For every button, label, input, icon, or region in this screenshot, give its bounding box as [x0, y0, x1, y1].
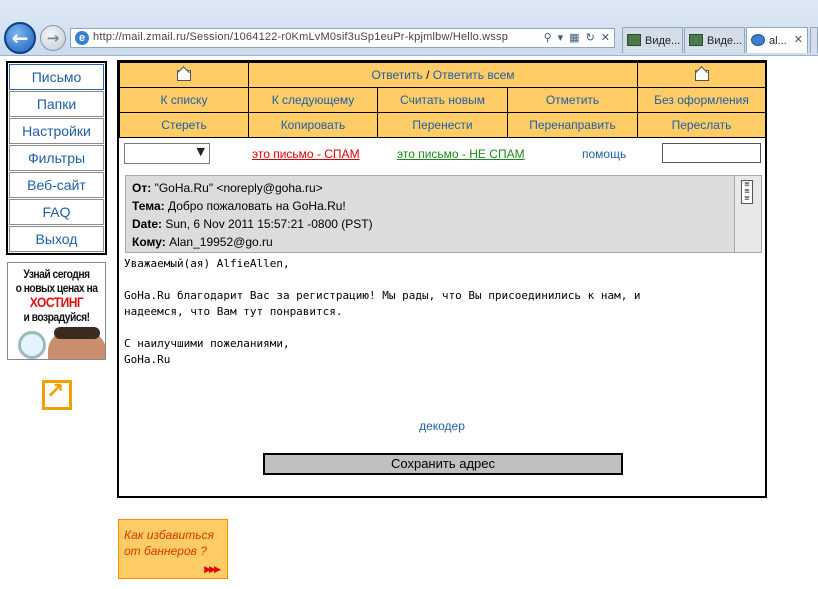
remove-banners-link[interactable]: Как избавиться от баннеров ? ▶▶▶: [118, 519, 228, 579]
sidebar-item-logout[interactable]: Выход: [9, 226, 104, 252]
sidebar-item-settings[interactable]: Настройки: [9, 118, 104, 144]
message-headers: От: "GoHa.Ru" <noreply@goha.ru> Тема: До…: [125, 175, 762, 253]
browser-tab-active[interactable]: al... ✕: [746, 27, 808, 53]
ad-person-image: [48, 327, 105, 359]
browser-tab-2[interactable]: Виде...: [684, 27, 745, 53]
header-value: "GoHa.Ru" <noreply@goha.ru>: [154, 181, 323, 195]
search-input[interactable]: [662, 143, 761, 163]
ad-highlight: ХОСТИНГ: [29, 294, 84, 310]
tab-label: al...: [769, 35, 787, 47]
address-url: http://mail.zmail.ru/Session/1064122-r0K…: [93, 31, 509, 43]
reply-cell: Ответить / Ответить всем: [248, 62, 638, 88]
copy-button[interactable]: Копировать: [248, 112, 378, 138]
close-icon[interactable]: ✕: [601, 32, 610, 44]
header-subject: Тема: Добро пожаловать на GoHa.Ru!: [132, 199, 346, 213]
move-button[interactable]: Перенести: [377, 112, 508, 138]
envelope-icon: [694, 70, 709, 82]
sidebar-item-faq[interactable]: FAQ: [9, 199, 104, 225]
to-list-button[interactable]: К списку: [119, 87, 249, 113]
full-headers-icon: ≡ ≡ ≡: [741, 180, 753, 204]
ie-page-icon: e: [75, 31, 89, 45]
header-value: Sun, 6 Nov 2011 15:57:21 -0800 (PST): [165, 217, 373, 231]
back-arrow-icon: ←: [11, 26, 29, 50]
tab-label: Виде...: [645, 35, 681, 47]
spam-controls: ▼ это письмо - СПАМ это письмо - НЕ СПАМ…: [119, 139, 765, 169]
mark-button[interactable]: Отметить: [507, 87, 638, 113]
envelope-icon: [177, 70, 191, 82]
header-date: Date: Sun, 6 Nov 2011 15:57:21 -0800 (PS…: [132, 217, 373, 231]
reply-separator: /: [426, 68, 430, 82]
mark-new-button[interactable]: Считать новым: [377, 87, 508, 113]
header-value: Alan_19952@go.ru: [169, 235, 273, 249]
next-message-button[interactable]: [637, 62, 766, 88]
mark-spam-link[interactable]: это письмо - СПАМ: [252, 147, 360, 161]
forward-arrow-icon: →: [46, 29, 60, 47]
full-headers-toggle[interactable]: ≡ ≡ ≡: [734, 176, 761, 252]
header-from: От: "GoHa.Ru" <noreply@goha.ru>: [132, 181, 323, 195]
header-label: Date:: [132, 217, 163, 231]
folder-select[interactable]: ▼: [124, 143, 210, 164]
ad-line: о новых ценах на: [15, 281, 98, 295]
ie-page-icon: [751, 34, 765, 46]
side-menu: Письмо Папки Настройки Фильтры Веб-сайт …: [6, 61, 107, 255]
external-link-icon[interactable]: [42, 379, 72, 410]
sidebar-item-filters[interactable]: Фильтры: [9, 145, 104, 171]
forward-button[interactable]: →: [40, 25, 66, 51]
no-format-button[interactable]: Без оформления: [637, 87, 766, 113]
triple-arrow-icon: ▶▶▶: [204, 565, 221, 575]
tab-label: Виде...: [707, 35, 743, 47]
header-value: Добро пожаловать на GoHa.Ru!: [167, 199, 346, 213]
video-page-icon: [689, 34, 703, 46]
compatibility-icon[interactable]: ▦: [569, 32, 579, 44]
dropdown-icon[interactable]: ▾: [558, 32, 564, 44]
magnifier-icon: [18, 331, 46, 359]
hosting-ad-banner[interactable]: Узнай сегодня о новых ценах на ХОСТИНГ и…: [7, 262, 106, 360]
new-tab-button[interactable]: [810, 27, 818, 53]
sidebar-item-folders[interactable]: Папки: [9, 91, 104, 117]
prev-message-button[interactable]: [119, 62, 249, 88]
address-bar[interactable]: e http://mail.zmail.ru/Session/1064122-r…: [70, 28, 615, 48]
decoder-link[interactable]: декодер: [419, 419, 465, 433]
remove-banners-text: Как избавиться от баннеров ?: [124, 528, 214, 558]
header-label: Тема:: [132, 199, 165, 213]
header-label: Кому:: [132, 235, 166, 249]
reply-all-link[interactable]: Ответить всем: [433, 68, 515, 82]
sidebar-item-website[interactable]: Веб-сайт: [9, 172, 104, 198]
header-to: Кому: Alan_19952@go.ru: [132, 235, 273, 249]
browser-chrome: ← → e http://mail.zmail.ru/Session/10641…: [0, 0, 818, 56]
message-body: Уважаемый(ая) AlfieAllen, GoHa.Ru благод…: [124, 257, 641, 366]
back-button[interactable]: ←: [4, 22, 36, 54]
delete-button[interactable]: Стереть: [119, 112, 249, 138]
toolbar-row-2: К списку К следующему Считать новым Отме…: [119, 87, 766, 138]
reply-link[interactable]: Ответить: [371, 68, 422, 82]
help-link[interactable]: помощь: [582, 147, 626, 161]
forward-button[interactable]: Переслать: [637, 112, 766, 138]
tab-close-icon[interactable]: ✕: [794, 33, 803, 46]
next-button[interactable]: К следующему: [248, 87, 378, 113]
refresh-icon[interactable]: ↻: [586, 32, 595, 44]
video-page-icon: [627, 34, 641, 46]
toolbar-row-1: Ответить / Ответить всем: [119, 62, 766, 88]
save-address-button[interactable]: Сохранить адрес: [263, 453, 623, 475]
message-frame: Ответить / Ответить всем К списку К след…: [117, 60, 767, 498]
chevron-down-icon: ▼: [196, 145, 205, 158]
browser-tab-1[interactable]: Виде...: [622, 27, 683, 53]
redirect-button[interactable]: Перенаправить: [507, 112, 638, 138]
header-label: От:: [132, 181, 152, 195]
ad-line: и возрадуйся!: [23, 310, 90, 324]
decoder-link-wrap: декодер: [119, 419, 765, 433]
ad-line: Узнай сегодня: [23, 267, 90, 281]
address-bar-buttons: ⚲ ▾ ▦ ↻ ✕: [538, 31, 610, 44]
search-icon[interactable]: ⚲: [544, 32, 552, 44]
sidebar-item-letter[interactable]: Письмо: [9, 64, 104, 90]
mark-not-spam-link[interactable]: это письмо - НЕ СПАМ: [397, 147, 525, 161]
